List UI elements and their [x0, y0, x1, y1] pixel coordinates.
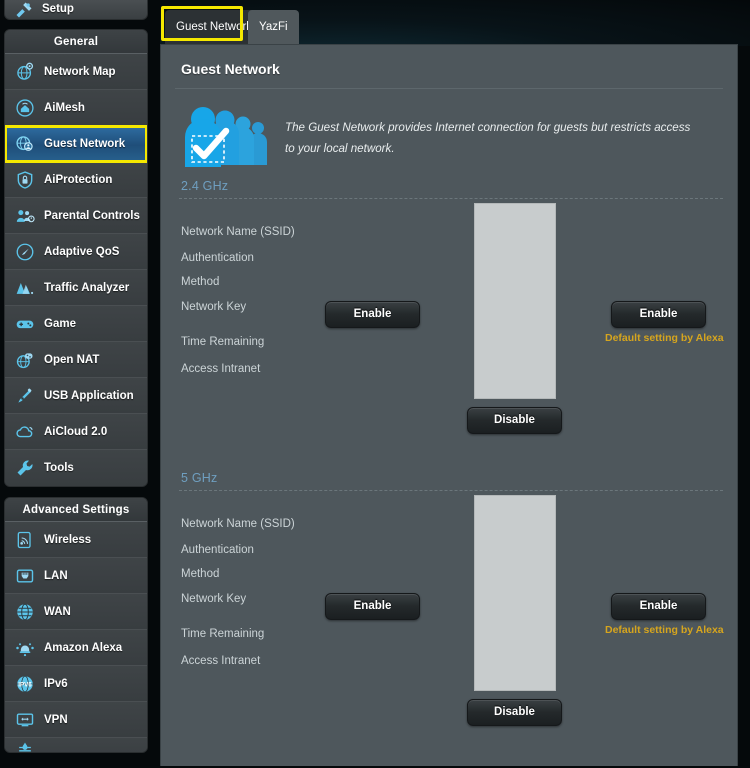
sidebar-item-wireless-label: Wireless [44, 533, 92, 546]
svg-text:IPV6: IPV6 [18, 681, 32, 688]
sidebar-item-aicloud-label: AiCloud 2.0 [44, 425, 108, 438]
wrench-icon [13, 456, 37, 480]
enable-button-center-5ghz[interactable]: Enable [325, 593, 420, 620]
sidebar-item-open-nat[interactable]: Open NAT [5, 342, 147, 378]
sidebar-item-ipv6-label: IPv6 [44, 677, 68, 690]
sidebar-item-network-map-label: Network Map [44, 65, 116, 78]
sidebar-item-aicloud[interactable]: AiCloud 2.0 [5, 414, 147, 450]
sidebar-group-advanced: Advanced Settings Wireless LAN WAN Amazo… [4, 497, 148, 753]
sidebar-item-guest-network-label: Guest Network [44, 137, 126, 150]
sidebar-item-adaptive-qos-label: Adaptive QoS [44, 245, 120, 258]
band-body-24ghz: Network Name (SSID) Authentication Metho… [161, 199, 737, 467]
sidebar-item-usb-application-label: USB Application [44, 389, 134, 402]
guest-slot-placeholder-5ghz[interactable] [474, 495, 556, 691]
disable-button-5ghz[interactable]: Disable [467, 699, 562, 726]
sidebar-item-vpn-label: VPN [44, 713, 68, 726]
aimesh-icon [13, 96, 37, 120]
parental-controls-icon [13, 204, 37, 228]
sidebar-item-open-nat-label: Open NAT [44, 353, 100, 366]
band-section-24ghz: 2.4 GHz Network Name (SSID) Authenticati… [161, 175, 737, 467]
tab-bar: Guest Network YazFi [160, 0, 750, 46]
sidebar-item-game[interactable]: Game [5, 306, 147, 342]
sidebar-item-partial-next[interactable] [5, 738, 147, 752]
sidebar-item-parental-controls[interactable]: Parental Controls [5, 198, 147, 234]
gauge-icon [13, 240, 37, 264]
alexa-default-note-5ghz: Default setting by Alexa [605, 624, 724, 636]
sidebar-item-aimesh-label: AiMesh [44, 101, 85, 114]
sidebar-item-setup-label: Setup [42, 2, 74, 15]
sidebar-item-setup[interactable]: Setup [4, 0, 148, 20]
cloud-icon [13, 420, 37, 444]
open-nat-icon [13, 348, 37, 372]
usb-application-icon [13, 384, 37, 408]
band-body-5ghz: Network Name (SSID) Authentication Metho… [161, 491, 737, 759]
network-map-icon [13, 60, 37, 84]
globe-icon [13, 600, 37, 624]
sidebar-item-guest-network[interactable]: Guest Network [5, 125, 147, 163]
amazon-alexa-icon [13, 636, 37, 660]
label-access-intranet-24ghz: Access Intranet [181, 363, 261, 375]
router-admin-page: Setup General Network Map AiMesh Guest N… [0, 0, 750, 768]
label-auth-24ghz: Authentication [181, 252, 254, 264]
wireless-icon [13, 528, 37, 552]
alexa-default-note-24ghz: Default setting by Alexa [605, 332, 724, 344]
setup-wizard-icon [13, 0, 35, 19]
sidebar-group-advanced-title: Advanced Settings [5, 498, 147, 522]
label-time-remaining-5ghz: Time Remaining [181, 628, 265, 640]
vpn-icon [13, 708, 37, 732]
sidebar-item-aiprotection-label: AiProtection [44, 173, 113, 186]
sidebar-item-lan-label: LAN [44, 569, 68, 582]
label-ssid-5ghz: Network Name (SSID) [181, 518, 295, 530]
firewall-icon [13, 738, 37, 752]
enable-button-center-24ghz[interactable]: Enable [325, 301, 420, 328]
lan-port-icon [13, 564, 37, 588]
sidebar-item-network-map[interactable]: Network Map [5, 54, 147, 90]
tab-yazfi[interactable]: YazFi [248, 10, 299, 46]
sidebar-item-lan[interactable]: LAN [5, 558, 147, 594]
ipv6-icon: IPV6 [13, 672, 37, 696]
sidebar-item-amazon-alexa-label: Amazon Alexa [44, 641, 123, 654]
intro-section: The Guest Network provides Internet conn… [161, 89, 737, 175]
sidebar-item-aiprotection[interactable]: AiProtection [5, 162, 147, 198]
sidebar-item-amazon-alexa[interactable]: Amazon Alexa [5, 630, 147, 666]
sidebar-item-tools-label: Tools [44, 462, 74, 474]
sidebar-item-traffic-analyzer-label: Traffic Analyzer [44, 281, 130, 294]
band-heading-5ghz: 5 GHz [181, 471, 218, 485]
label-time-remaining-24ghz: Time Remaining [181, 336, 265, 348]
label-auth-5ghz: Authentication [181, 544, 254, 556]
guest-network-icon [13, 132, 37, 156]
page-description: The Guest Network provides Internet conn… [285, 121, 691, 156]
enable-button-right-5ghz[interactable]: Enable [611, 593, 706, 620]
enable-button-right-24ghz[interactable]: Enable [611, 301, 706, 328]
sidebar-item-parental-controls-label: Parental Controls [44, 209, 140, 222]
label-ssid-24ghz: Network Name (SSID) [181, 226, 295, 238]
sidebar-item-vpn[interactable]: VPN [5, 702, 147, 738]
sidebar-item-wan[interactable]: WAN [5, 594, 147, 630]
label-method-24ghz: Method [181, 276, 220, 288]
content-panel: Guest Network The Guest Network provides… [160, 44, 738, 768]
sidebar-group-general: General Network Map AiMesh Guest Network… [4, 29, 148, 487]
label-access-intranet-5ghz: Access Intranet [181, 655, 261, 667]
sidebar-item-ipv6[interactable]: IPV6 IPv6 [5, 666, 147, 702]
shield-lock-icon [13, 168, 37, 192]
band-section-5ghz: 5 GHz Network Name (SSID) Authentication… [161, 467, 737, 759]
sidebar-item-wan-label: WAN [44, 605, 71, 618]
sidebar-item-usb-application[interactable]: USB Application [5, 378, 147, 414]
sidebar-item-wireless[interactable]: Wireless [5, 522, 147, 558]
disable-button-24ghz[interactable]: Disable [467, 407, 562, 434]
sidebar-item-traffic-analyzer[interactable]: Traffic Analyzer [5, 270, 147, 306]
guest-slot-placeholder-24ghz[interactable] [474, 203, 556, 399]
sidebar: Setup General Network Map AiMesh Guest N… [0, 0, 152, 768]
sidebar-item-aimesh[interactable]: AiMesh [5, 90, 147, 126]
page-title: Guest Network [181, 61, 280, 77]
band-heading-24ghz: 2.4 GHz [181, 179, 229, 193]
sidebar-item-adaptive-qos[interactable]: Adaptive QoS [5, 234, 147, 270]
sidebar-item-game-label: Game [44, 317, 76, 330]
label-method-5ghz: Method [181, 568, 220, 580]
sidebar-group-general-title: General [5, 30, 147, 54]
traffic-analyzer-icon [13, 276, 37, 300]
sidebar-item-tools[interactable]: Tools [5, 450, 147, 486]
guest-people-check-icon [183, 103, 275, 178]
gamepad-icon [13, 312, 37, 336]
